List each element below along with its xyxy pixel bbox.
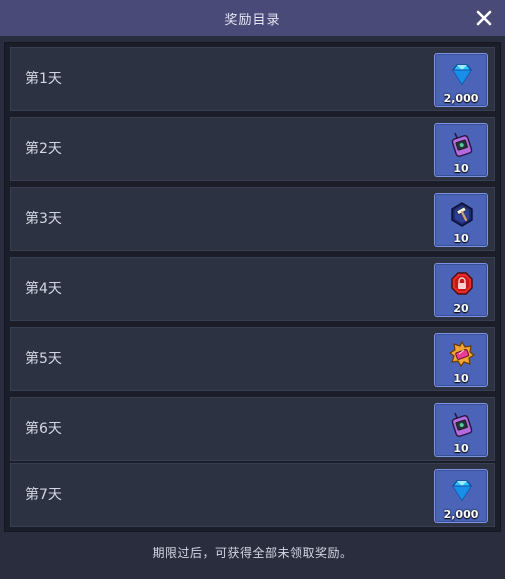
- reward-item-slot[interactable]: 10: [434, 403, 488, 457]
- day-label: 第4天: [25, 281, 62, 297]
- item-quantity: 10: [453, 162, 469, 175]
- reward-row-day-4: 第4天 20: [10, 257, 495, 321]
- reward-item-slot[interactable]: 10: [434, 333, 488, 387]
- day-label: 第7天: [25, 487, 62, 503]
- reward-item-slot[interactable]: 2,000: [434, 469, 488, 523]
- ticket-badge-icon: [448, 340, 476, 368]
- day-label: 第5天: [25, 351, 62, 367]
- reward-item-slot[interactable]: 2,000: [434, 53, 488, 107]
- hammer-hexagon-icon: [451, 202, 473, 227]
- reward-item-slot[interactable]: 20: [434, 263, 488, 317]
- reward-row-day-3: 第3天 10: [10, 187, 495, 251]
- reward-item-slot[interactable]: 10: [434, 123, 488, 177]
- dialog-titlebar: 奖励目录: [0, 0, 505, 36]
- item-quantity: 10: [453, 232, 469, 245]
- reward-row-day-1: 第1天 2,000: [10, 47, 495, 111]
- reward-row-day-5: 第5天 10: [10, 327, 495, 391]
- footer-note: 期限过后，可获得全部未领取奖励。: [152, 546, 353, 560]
- lock-octagon-icon: [451, 272, 473, 295]
- item-quantity: 20: [453, 302, 469, 315]
- item-quantity: 2,000: [443, 92, 479, 105]
- item-quantity: 10: [453, 372, 469, 385]
- dialog-title: 奖励目录: [224, 12, 281, 28]
- reward-list: 第1天 2,000 第2天 10 第3天 10 第4天 20 第5天 10 第6…: [4, 42, 501, 532]
- item-quantity: 10: [453, 442, 469, 455]
- close-button[interactable]: [473, 7, 495, 29]
- day-label: 第6天: [25, 421, 62, 437]
- diamond-icon: [452, 64, 472, 86]
- day-label: 第3天: [25, 211, 62, 227]
- diamond-icon: [452, 480, 472, 502]
- radio-device-icon: [451, 412, 473, 437]
- close-icon: [476, 10, 492, 26]
- reward-row-day-7: 第7天 2,000: [10, 463, 495, 527]
- day-label: 第1天: [25, 71, 62, 87]
- reward-catalog-dialog: 奖励目录 第1天 2,000 第2天 10 第3天 10 第4天 20 第5天 …: [0, 0, 505, 579]
- reward-row-day-2: 第2天 10: [10, 117, 495, 181]
- reward-row-day-6: 第6天 10: [10, 397, 495, 461]
- radio-device-icon: [451, 132, 473, 157]
- day-label: 第2天: [25, 141, 62, 157]
- item-quantity: 2,000: [443, 508, 479, 521]
- reward-item-slot[interactable]: 10: [434, 193, 488, 247]
